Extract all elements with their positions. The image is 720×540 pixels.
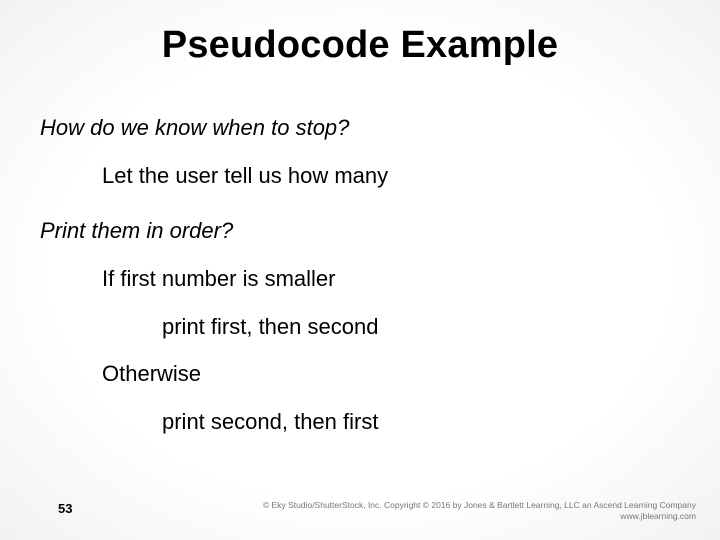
answer-2-line-1: If first number is smaller — [102, 264, 680, 294]
question-2: Print them in order? — [40, 216, 680, 246]
slide-content: How do we know when to stop? Let the use… — [40, 113, 680, 437]
page-number: 53 — [58, 501, 72, 516]
copyright: © Eky Studio/ShutterStock, Inc. Copyrigh… — [263, 500, 696, 522]
copyright-line-2: www.jblearning.com — [263, 511, 696, 522]
question-1: How do we know when to stop? — [40, 113, 680, 143]
slide-title: Pseudocode Example — [40, 24, 680, 67]
copyright-line-1: © Eky Studio/ShutterStock, Inc. Copyrigh… — [263, 500, 696, 511]
slide: Pseudocode Example How do we know when t… — [0, 0, 720, 540]
answer-2-line-2: print first, then second — [162, 312, 680, 342]
answer-1: Let the user tell us how many — [102, 161, 680, 191]
answer-2-line-4: print second, then first — [162, 407, 680, 437]
answer-2-line-3: Otherwise — [102, 359, 680, 389]
